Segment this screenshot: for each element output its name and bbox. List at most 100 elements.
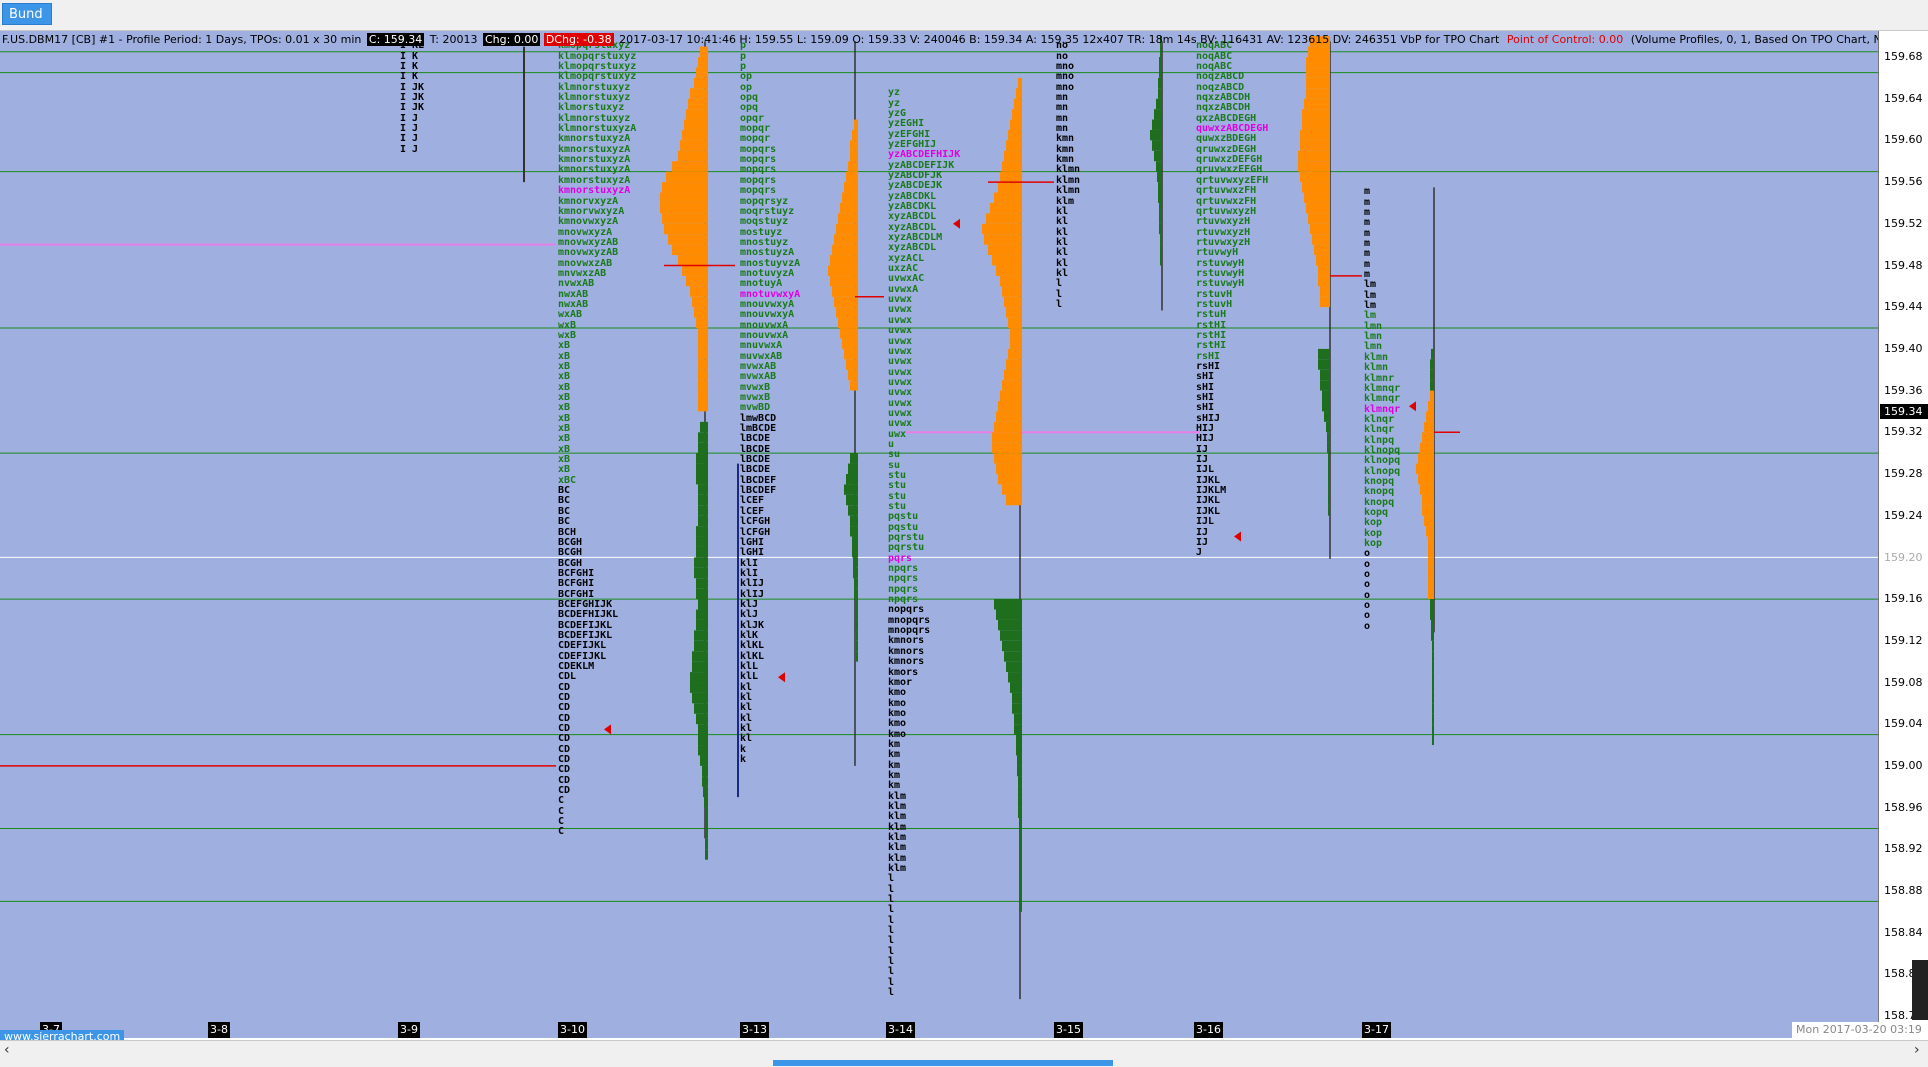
date-axis[interactable] xyxy=(0,1022,1878,1038)
volume-bar xyxy=(694,703,708,714)
tpo-profile-3-9[interactable]: I KLI KI KI KI JKI JKI JKI JI JI JI J xyxy=(400,41,424,155)
volume-bar xyxy=(664,223,708,235)
volume-bar xyxy=(690,672,708,683)
volume-bar xyxy=(1431,630,1434,641)
volume-bar xyxy=(680,140,708,151)
volume-bar xyxy=(1019,859,1022,871)
tpo-profile-3-14[interactable]: yz yz yzG yzEGHI yzEFGHI yzEFGHIJ yzABCDEFHIJK… xyxy=(888,87,960,998)
volume-bar xyxy=(1318,359,1330,370)
price-tick-label: 158.88 xyxy=(1884,884,1923,897)
volume-bar xyxy=(1012,109,1022,120)
tpo-row: l xyxy=(888,966,895,978)
tpo-row: C xyxy=(558,805,565,817)
volume-bar xyxy=(1328,484,1330,495)
chart-tab-bar: Bund xyxy=(0,0,1928,31)
volume-bar xyxy=(1002,380,1022,391)
close-marker-icon xyxy=(1409,401,1416,412)
volume-bar xyxy=(1004,150,1022,162)
volume-bar xyxy=(844,484,858,495)
tpo-row: l xyxy=(888,976,895,988)
tpo-profile-3-15[interactable]: no no mno mno mno mn mn mn mn kmn kmn kmn klmn klmn kl… xyxy=(1056,41,1080,310)
volume-bar xyxy=(698,328,708,339)
tpo-row: moqstuyz xyxy=(740,216,789,228)
price-tick-label: 159.12 xyxy=(1884,633,1923,647)
tpo-row: BCGH xyxy=(558,547,583,559)
volume-bar xyxy=(1432,672,1434,683)
volume-bar xyxy=(1006,140,1022,151)
volume-bar xyxy=(705,818,708,829)
point-of-control: Point of Control: 0.00 xyxy=(1506,33,1624,46)
volume-bar xyxy=(1430,390,1434,401)
volume-bar xyxy=(840,202,858,214)
volume-bar xyxy=(698,432,708,443)
volume-bar xyxy=(1426,411,1434,422)
volume-bar xyxy=(1158,182,1162,193)
volume-bar xyxy=(994,421,1022,433)
volume-bar xyxy=(996,411,1022,422)
tpo-row: k xyxy=(740,754,747,766)
volume-bar xyxy=(998,474,1022,485)
date-axis-label: 3-17 xyxy=(1362,1022,1391,1038)
volume-bar xyxy=(838,213,858,224)
volume-bar xyxy=(692,692,708,704)
volume-bar xyxy=(998,182,1022,193)
volume-bar xyxy=(836,307,858,318)
volume-bar xyxy=(705,828,708,839)
tpo-profile-3-17[interactable]: m m m m m m m m m lm lm lm lm lmn lmn lmn klmn klmn klmnr k… xyxy=(1364,186,1400,632)
volume-bar xyxy=(1298,150,1330,162)
volume-bar xyxy=(696,578,708,589)
tab-bund[interactable]: Bund xyxy=(2,3,52,25)
tpo-row: kmnorstuxyzA xyxy=(558,185,631,197)
volume-bar xyxy=(672,244,708,256)
tpo-row: l xyxy=(888,925,895,937)
volume-bar xyxy=(992,255,1022,266)
volume-bar xyxy=(854,588,858,600)
scroll-right-icon[interactable]: › xyxy=(1914,1042,1920,1058)
volume-bar xyxy=(1432,640,1434,652)
tpo-row: mopqrs xyxy=(740,185,777,197)
volume-bar xyxy=(1152,119,1162,130)
volume-bar xyxy=(698,359,708,370)
scroll-left-icon[interactable]: ‹ xyxy=(4,1042,10,1058)
volume-bar xyxy=(836,223,858,235)
volume-bar xyxy=(1320,286,1330,297)
tpo-row: kl xyxy=(740,733,753,745)
volume-bar xyxy=(662,213,708,224)
tpo-row: l xyxy=(888,904,895,916)
horizontal-scrollbar-thumb[interactable] xyxy=(773,1060,1113,1066)
volume-bar xyxy=(1428,546,1434,558)
volume-bar xyxy=(694,630,708,641)
volume-bar xyxy=(1160,234,1162,245)
volume-bar xyxy=(848,161,858,172)
volume-bar xyxy=(1422,505,1434,516)
tpo-row: lCFGH xyxy=(740,516,771,528)
volume-bar xyxy=(853,567,858,579)
price-scale-handle[interactable] xyxy=(1912,960,1928,1020)
volume-bar xyxy=(982,223,1022,235)
volume-bar xyxy=(846,171,858,183)
volume-bar xyxy=(1008,317,1022,329)
tpo-row: lGHI xyxy=(740,547,765,559)
volume-bar xyxy=(1159,57,1162,68)
volume-bar xyxy=(840,328,858,339)
tpo-profile-3-16[interactable]: noqABC noqABC noqABC noqzABCD noqzABCD nqxzAB… xyxy=(1196,41,1268,559)
volume-bar xyxy=(1160,255,1162,266)
volume-bar xyxy=(698,348,708,360)
volume-bar xyxy=(996,609,1022,620)
volume-bar xyxy=(1016,734,1022,746)
volume-bar xyxy=(1154,150,1162,162)
tpo-row: I J xyxy=(400,143,419,155)
volume-bar xyxy=(694,307,708,318)
volume-bar xyxy=(1158,192,1162,203)
volume-bar xyxy=(1159,213,1162,224)
tpo-row: kmnors xyxy=(888,656,925,668)
volume-bar xyxy=(850,380,858,391)
volume-bar xyxy=(1432,661,1434,673)
volume-bar xyxy=(1018,807,1022,818)
volume-bar xyxy=(690,682,708,693)
price-tick-label: 159.68 xyxy=(1884,50,1923,63)
tpo-profile-3-10[interactable]: kmopqrstuxyzklmopqrstuxyzklmopqrstuxyzkl… xyxy=(558,41,636,838)
volume-bar xyxy=(684,119,708,130)
volume-bar xyxy=(1302,119,1330,130)
tpo-profile-3-13[interactable]: p p p op op opq opq opqr mopqr mopqr mopqrs mopqrs m… xyxy=(740,41,800,765)
